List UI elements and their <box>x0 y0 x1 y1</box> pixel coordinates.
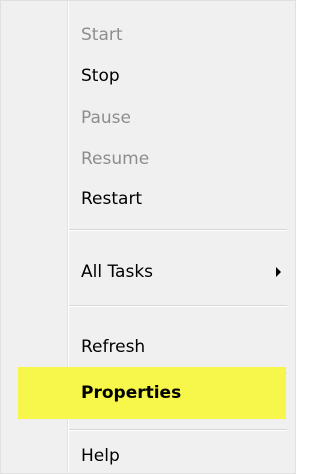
menu-item-label: Resume <box>81 149 150 169</box>
menu-item-label: All Tasks <box>81 262 154 282</box>
menu-item-label: Stop <box>81 66 120 86</box>
menu-item-help[interactable]: Help <box>1 438 297 474</box>
chevron-right-icon <box>276 267 281 277</box>
menu-item-label: Help <box>81 446 120 466</box>
menu-separator <box>69 305 287 307</box>
menu-item-properties[interactable]: Properties <box>18 367 286 419</box>
menu-item-label: Start <box>81 25 123 45</box>
menu-item-label: Refresh <box>81 337 146 357</box>
menu-item-label: Pause <box>81 108 131 128</box>
menu-item-refresh[interactable]: Refresh <box>1 329 297 365</box>
menu-item-label: Properties <box>81 383 182 403</box>
menu-item-label: Restart <box>81 189 143 209</box>
menu-item-resume[interactable]: Resume <box>1 141 297 177</box>
context-menu: Start Stop Pause Resume Restart All Task… <box>0 0 296 474</box>
menu-item-pause[interactable]: Pause <box>1 100 297 136</box>
menu-item-stop[interactable]: Stop <box>1 58 297 94</box>
menu-item-start[interactable]: Start <box>1 17 297 53</box>
menu-item-all-tasks[interactable]: All Tasks <box>1 254 297 290</box>
menu-separator <box>69 229 287 231</box>
menu-separator <box>69 429 287 431</box>
menu-item-restart[interactable]: Restart <box>1 181 297 217</box>
